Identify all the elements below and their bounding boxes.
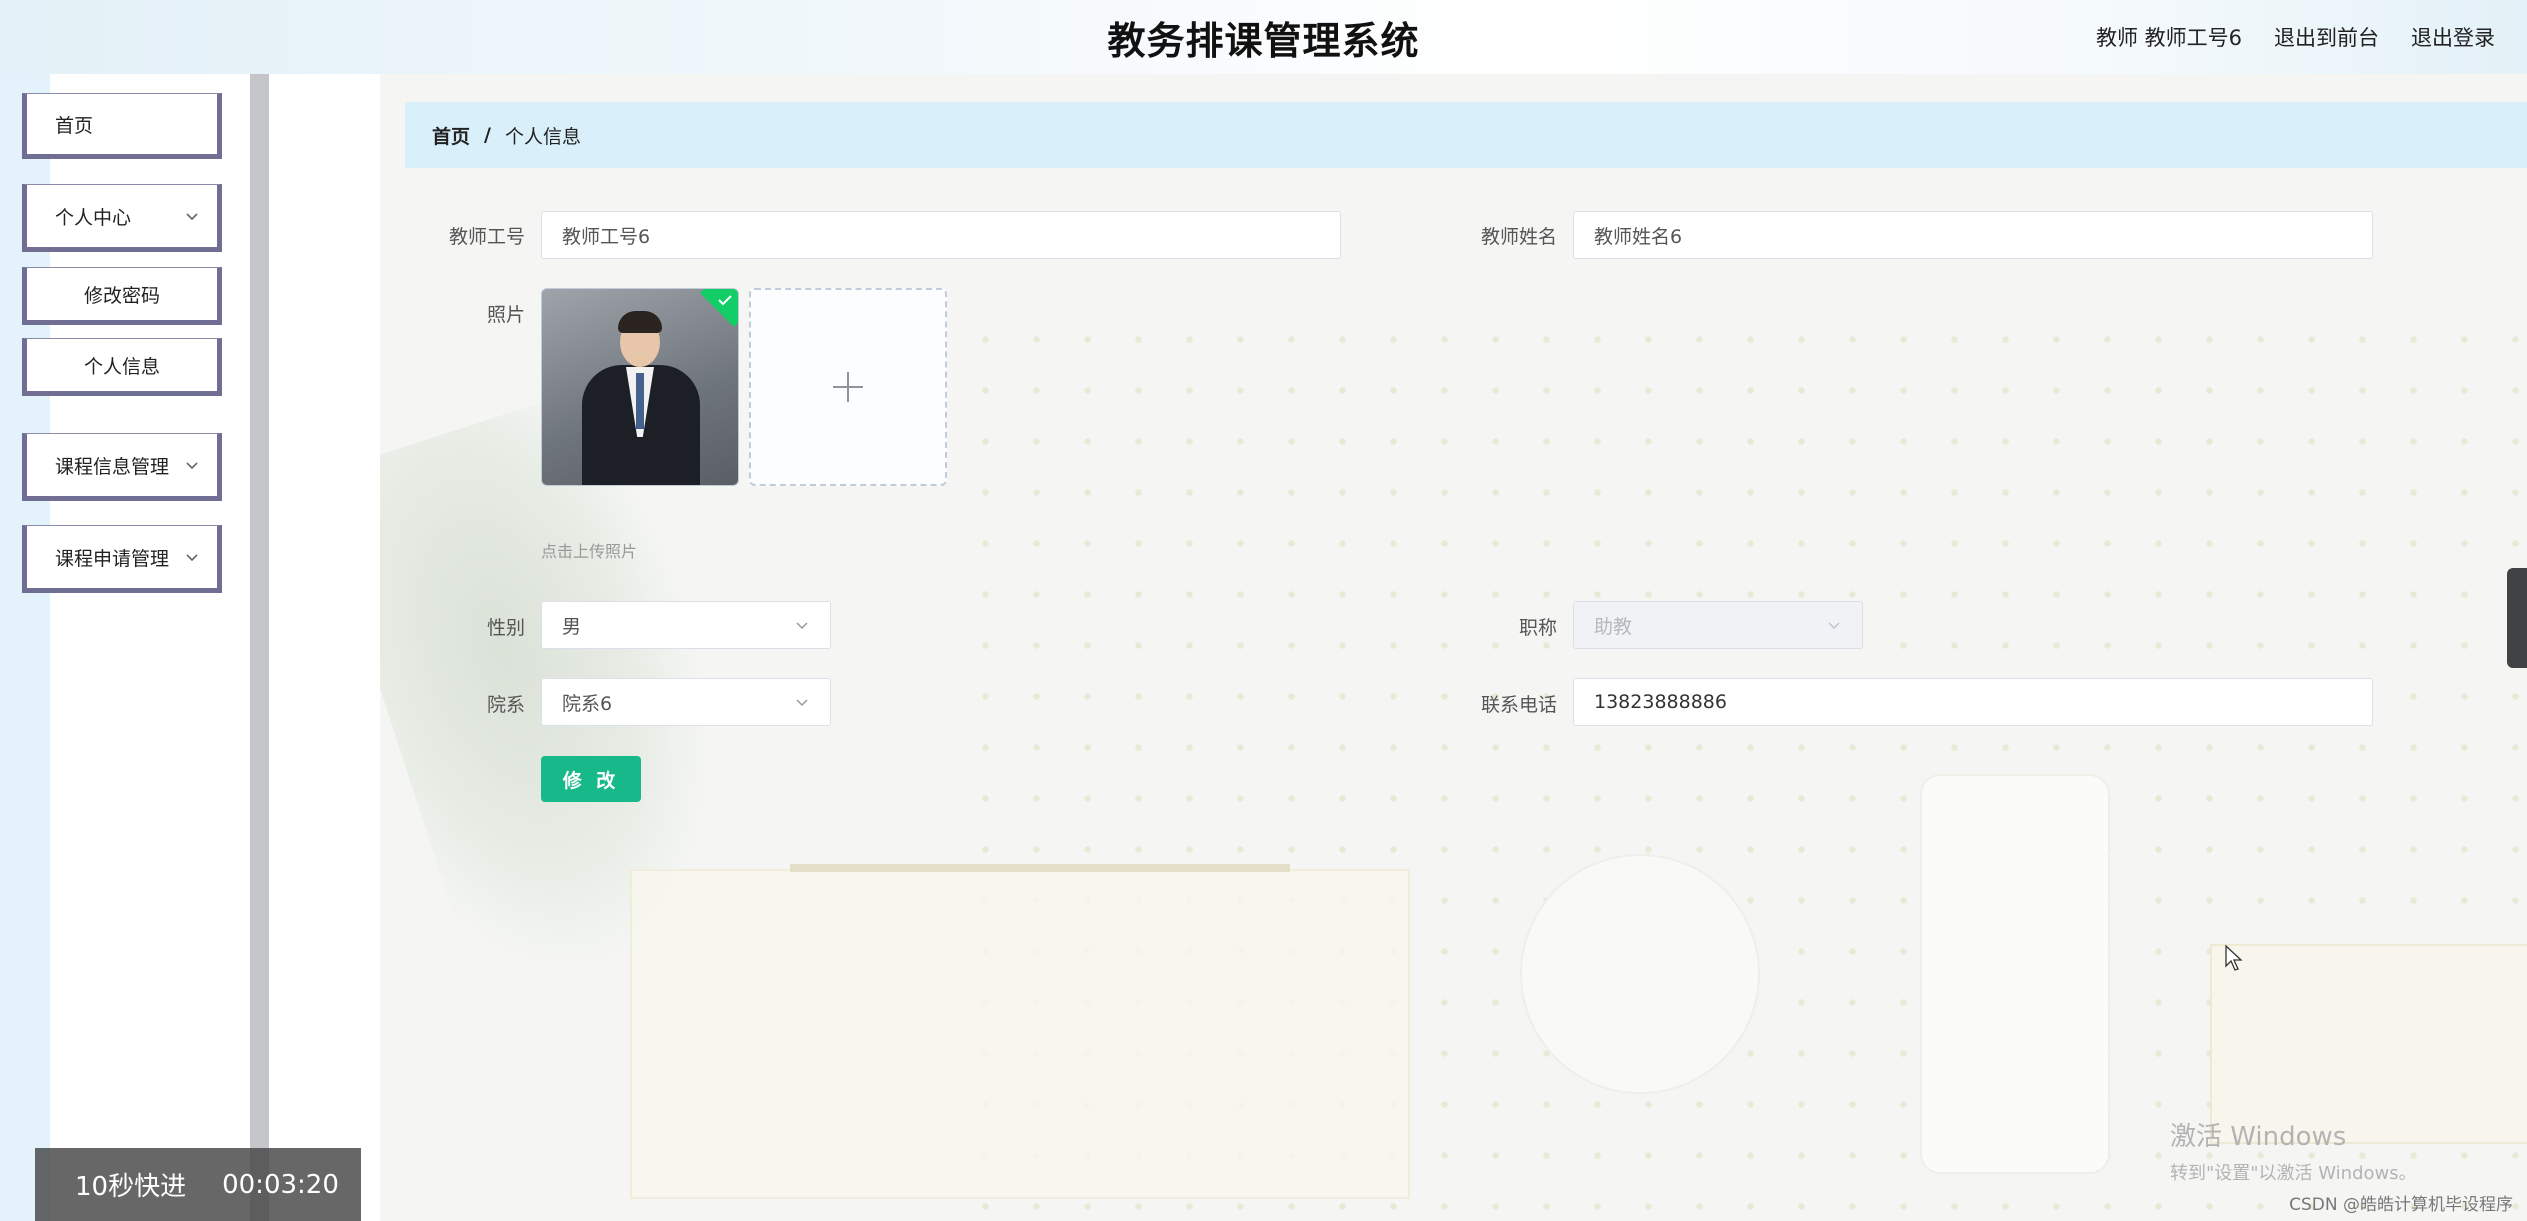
sidebar-item-home[interactable]: 首页: [22, 93, 222, 159]
header-actions: 教师 教师工号6 退出到前台 退出登录: [2096, 22, 2495, 52]
sidebar-item-change-password[interactable]: 修改密码: [22, 267, 222, 325]
sidebar-item-personal-info[interactable]: 个人信息: [22, 338, 222, 396]
book-decoration: [2210, 944, 2527, 1144]
breadcrumb-current: 个人信息: [504, 125, 581, 148]
sidebar-item-course-application[interactable]: 课程申请管理: [22, 525, 222, 593]
photo-label: 照片: [486, 304, 525, 326]
photo-person-tie: [636, 373, 644, 429]
fast-forward-button[interactable]: 10秒快进: [75, 1166, 186, 1203]
photo-person-hair: [618, 311, 662, 333]
teacher-id-field[interactable]: 教师工号6: [541, 211, 1341, 259]
title-value: 助教: [1594, 615, 1633, 638]
tape-decoration: [1520, 854, 1760, 1094]
mouse-cursor-icon: [2225, 944, 2243, 971]
phone-field[interactable]: 13823888886: [1573, 678, 2373, 726]
sidebar-item-label: 课程信息管理: [55, 455, 170, 478]
video-player-bar: 10秒快进 00:03:20: [35, 1148, 361, 1221]
teacher-photo[interactable]: [541, 288, 739, 486]
csdn-credit: CSDN @皓皓计算机毕设程序: [2289, 1195, 2513, 1215]
watermark-title: 激活 Windows: [2170, 1122, 2347, 1152]
sidebar-item-label: 首页: [55, 114, 94, 137]
breadcrumb-separator: /: [484, 124, 491, 146]
playback-time: 00:03:20: [222, 1169, 339, 1200]
box-decoration: [630, 869, 1410, 1199]
phone-label: 联系电话: [1480, 694, 1557, 716]
cylinder-decoration: [1920, 774, 2110, 1174]
top-header: 教务排课管理系统 教师 教师工号6 退出到前台 退出登录: [0, 0, 2527, 74]
teacher-name-label: 教师姓名: [1480, 226, 1557, 248]
teacher-id-label: 教师工号: [448, 226, 525, 248]
gender-value: 男: [562, 615, 582, 638]
sidebar-gap: [269, 74, 380, 1221]
chevron-down-icon: [186, 462, 198, 470]
watermark-subtitle: 转到"设置"以激活 Windows。: [2170, 1163, 2417, 1184]
windows-activation-watermark: 激活 Windows 转到"设置"以激活 Windows。: [2170, 1116, 2417, 1185]
teacher-name-field[interactable]: 教师姓名6: [1573, 211, 2373, 259]
title-select: 助教: [1573, 601, 1863, 649]
dept-select[interactable]: 院系6: [541, 678, 831, 726]
chevron-down-icon: [796, 622, 808, 630]
sidebar-item-course-info[interactable]: 课程信息管理: [22, 433, 222, 501]
check-icon: [718, 295, 732, 306]
logout-link[interactable]: 退出登录: [2411, 22, 2495, 52]
sidebar-item-label: 个人信息: [83, 355, 160, 378]
upload-hint: 点击上传照片: [541, 542, 638, 561]
exit-to-front-link[interactable]: 退出到前台: [2274, 22, 2379, 52]
sidebar-scrollbar[interactable]: [250, 74, 269, 1221]
gender-label: 性别: [486, 617, 525, 639]
title-label: 职称: [1518, 617, 1557, 639]
photo-upload-button[interactable]: [749, 288, 947, 486]
side-panel-handle[interactable]: [2507, 568, 2527, 668]
current-user: 教师 教师工号6: [2095, 26, 2242, 50]
sidebar-item-label: 课程申请管理: [55, 547, 170, 570]
tray-decoration: [790, 864, 1290, 872]
chevron-down-icon: [186, 213, 198, 221]
chevron-down-icon: [1828, 622, 1840, 630]
breadcrumb-home[interactable]: 首页: [432, 122, 470, 149]
dept-value: 院系6: [562, 692, 613, 715]
plus-icon: [833, 372, 863, 402]
sidebar-item-personal-center[interactable]: 个人中心: [22, 184, 222, 252]
sidebar-item-label: 个人中心: [55, 206, 132, 229]
sidebar-item-label: 修改密码: [83, 284, 160, 307]
gender-select[interactable]: 男: [541, 601, 831, 649]
dept-label: 院系: [486, 694, 525, 716]
chevron-down-icon: [796, 699, 808, 707]
modify-button[interactable]: 修 改: [541, 756, 641, 802]
chevron-down-icon: [186, 554, 198, 562]
breadcrumb: 首页 / 个人信息: [405, 102, 2527, 168]
